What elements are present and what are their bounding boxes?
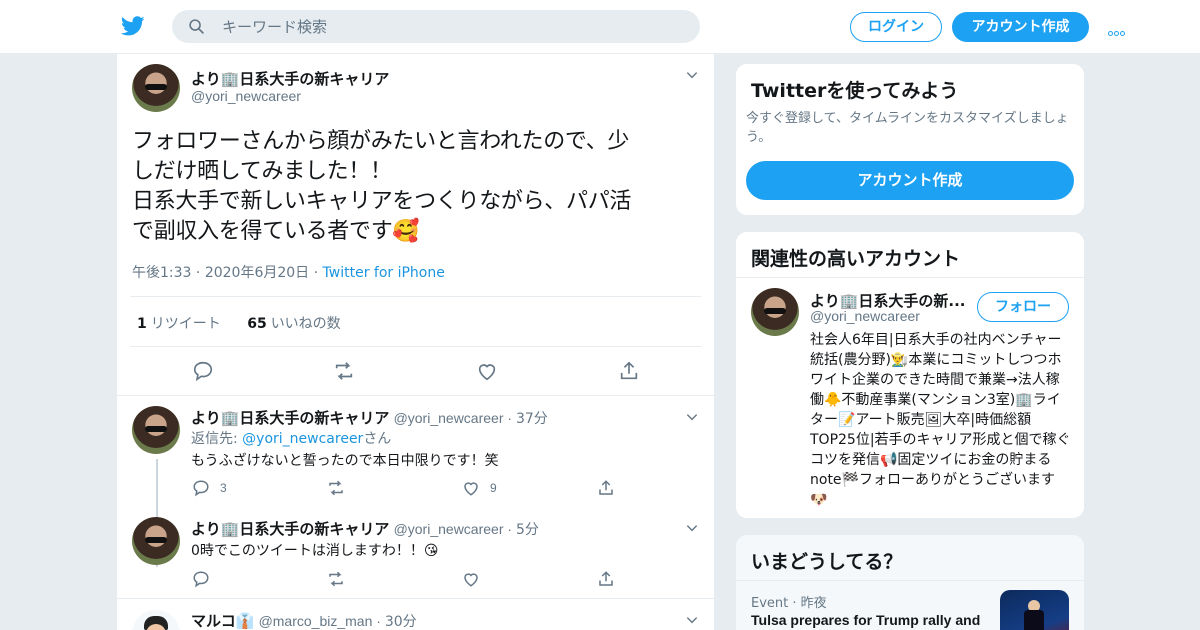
reply-header: マルコ👔 @marco_biz_man · 30分 (191, 612, 417, 630)
trends-card: いまどうしてる？ Event · 昨夜 Tulsa prepares for T… (735, 534, 1085, 630)
reply-time[interactable]: 30分 (385, 614, 417, 630)
divider (736, 580, 1084, 581)
like-icon[interactable] (476, 360, 498, 382)
login-button[interactable]: ログイン (850, 12, 942, 42)
author-name[interactable]: より🏢日系大手の新キャリア (191, 68, 389, 89)
retweet-stat[interactable]: 1 リツイート (137, 316, 221, 332)
chevron-down-icon[interactable] (685, 410, 699, 424)
chevron-down-icon[interactable] (685, 521, 699, 535)
avatar[interactable] (132, 64, 180, 112)
reply-time[interactable]: 37分 (516, 411, 548, 427)
share-action[interactable] (597, 570, 625, 588)
search-box[interactable] (172, 10, 700, 43)
signup-card-title: Twitterを使ってみよう (751, 80, 959, 102)
more-options-icon[interactable] (1108, 23, 1126, 41)
reply-action[interactable]: 3 (192, 479, 227, 497)
like-stat[interactable]: 65 いいねの数 (247, 316, 340, 332)
retweet-icon (329, 571, 343, 587)
author-name[interactable]: より🏢日系大手の新キャリア (191, 520, 389, 538)
avatar[interactable] (132, 406, 180, 454)
author-handle[interactable]: @yori_newcareer (191, 88, 301, 104)
signup-card-description: 今すぐ登録して、タイムラインをカスタマイズしましょう。 (746, 111, 1069, 145)
tweet-column: より🏢日系大手の新キャリア @yori_newcareer フォロワーさんから顔… (116, 54, 715, 630)
divider (117, 598, 714, 599)
share-icon (599, 480, 613, 495)
tweet-date[interactable]: 2020年6月20日 (205, 265, 309, 281)
trend-headline[interactable]: Tulsa prepares for Trump rally and (751, 612, 980, 628)
reply-action[interactable] (192, 570, 220, 588)
author-name[interactable]: マルコ👔 (191, 612, 254, 630)
search-icon (189, 19, 204, 34)
chevron-down-icon[interactable] (685, 68, 699, 82)
search-input[interactable] (222, 10, 682, 43)
author-handle[interactable]: @marco_biz_man (259, 613, 373, 629)
like-action[interactable] (462, 570, 490, 588)
reply-text: もうふざけないと誓ったので本日中限りです！笑 (191, 453, 499, 469)
reply-icon[interactable] (192, 360, 214, 382)
related-accounts-card: 関連性の高いアカウント より🏢日系大手の新... @yori_newcareer… (735, 231, 1085, 519)
like-icon (464, 482, 478, 496)
reply-header: より🏢日系大手の新キャリア @yori_newcareer · 37分 (191, 409, 548, 427)
tweet-stats: 1 リツイート 65 いいねの数 (130, 296, 701, 347)
reply-to-link[interactable]: @yori_newcareer (242, 431, 363, 447)
related-accounts-title: 関連性の高いアカウント (751, 248, 961, 270)
signup-card-button[interactable]: アカウント作成 (746, 161, 1074, 200)
avatar[interactable] (751, 288, 799, 336)
tweet-metadata: 午後1:33 · 2020年6月20日 · Twitter for iPhone (132, 265, 445, 281)
retweet-action[interactable] (326, 570, 356, 588)
signup-card: Twitterを使ってみよう 今すぐ登録して、タイムラインをカスタマイズしましょ… (735, 63, 1085, 216)
reply-time[interactable]: 5分 (516, 522, 539, 538)
reply-icon (193, 571, 209, 588)
share-action[interactable] (597, 479, 625, 497)
share-icon[interactable] (618, 360, 640, 382)
author-name[interactable]: より🏢日系大手の新キャリア (191, 409, 389, 427)
retweet-icon (329, 480, 343, 496)
reply-icon (193, 480, 209, 497)
author-handle[interactable]: @yori_newcareer (394, 521, 504, 537)
author-handle[interactable]: @yori_newcareer (394, 410, 504, 426)
tweet-text: フォロワーさんから顔がみたいと言われたので、少 しだけ晒してみました！！ 日系大… (132, 129, 632, 244)
reply-text: 0時でこのツイートは消しますわ！！😘 (191, 543, 439, 559)
twitter-logo-icon[interactable] (120, 14, 146, 38)
reply-to: 返信先: @yori_newcareerさん (191, 431, 392, 447)
trend-meta: Event · 昨夜 (751, 596, 827, 611)
trend-thumbnail[interactable] (1000, 590, 1069, 630)
share-icon (599, 571, 613, 586)
tweet-source[interactable]: Twitter for iPhone (323, 265, 445, 281)
avatar[interactable] (132, 517, 180, 565)
like-icon (464, 573, 478, 587)
divider (117, 395, 714, 396)
like-action[interactable]: 9 (462, 479, 497, 497)
retweet-icon[interactable] (332, 360, 356, 382)
tweet-time[interactable]: 午後1:33 (132, 265, 191, 281)
trends-title: いまどうしてる？ (751, 551, 903, 573)
avatar[interactable] (132, 610, 180, 630)
reply-header: より🏢日系大手の新キャリア @yori_newcareer · 5分 (191, 520, 539, 538)
related-account-handle[interactable]: @yori_newcareer (810, 308, 920, 324)
retweet-action[interactable] (326, 479, 356, 497)
chevron-down-icon[interactable] (685, 613, 699, 627)
related-account-bio: 社会人6年目|日系大手の社内ベンチャー統括(農分野)👨‍🌾本業にコミットしつつホ… (810, 332, 1071, 508)
divider (736, 277, 1084, 278)
follow-button[interactable]: フォロー (977, 292, 1069, 322)
signup-button[interactable]: アカウント作成 (952, 12, 1089, 42)
top-bar: ログイン アカウント作成 (0, 0, 1200, 54)
